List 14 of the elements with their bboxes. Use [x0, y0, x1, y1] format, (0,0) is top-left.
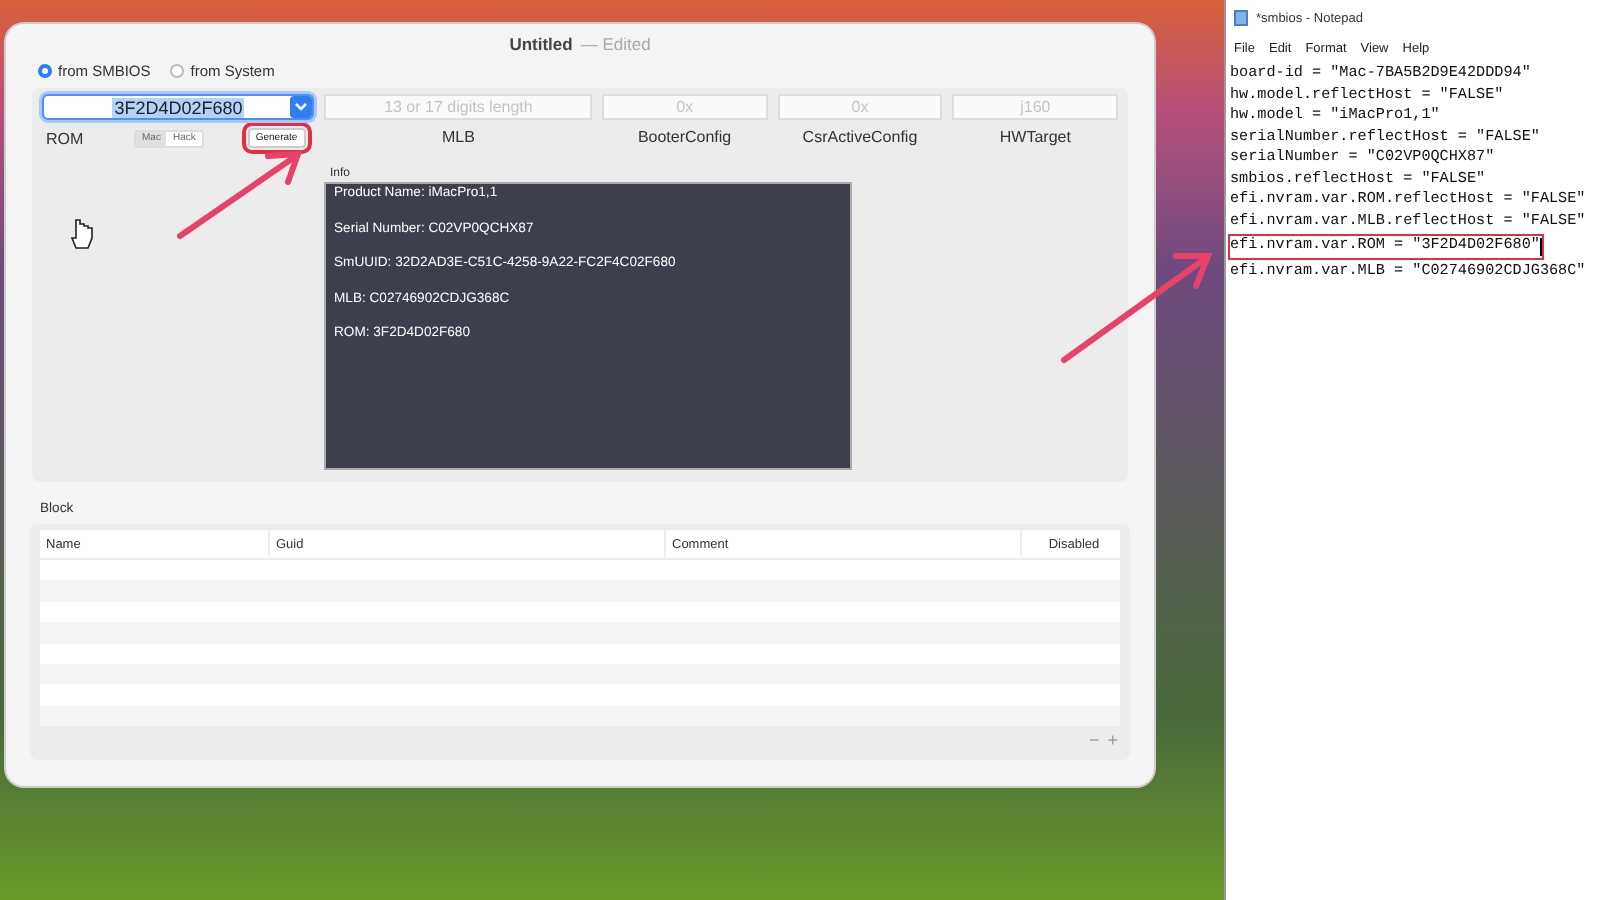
radio-button[interactable]: [38, 64, 52, 78]
radio-button[interactable]: [170, 64, 185, 78]
field-label: MLB: [441, 128, 475, 146]
hand-cursor-icon: [70, 219, 93, 249]
dropdown-icon[interactable]: [290, 96, 313, 118]
field-label: ROM: [46, 129, 86, 147]
annotation-arrow: [177, 150, 303, 239]
field-label: CsrActiveConfig: [802, 128, 918, 146]
field-label: BooterConfig: [637, 128, 732, 146]
window-title: Untitled: [509, 34, 573, 58]
rom-combo-box[interactable]: 3F2D4D02F680: [42, 94, 315, 120]
edited-status: — Edited: [580, 34, 651, 58]
notepad-icon: [1234, 10, 1248, 26]
field-label: HWTarget: [999, 128, 1071, 146]
